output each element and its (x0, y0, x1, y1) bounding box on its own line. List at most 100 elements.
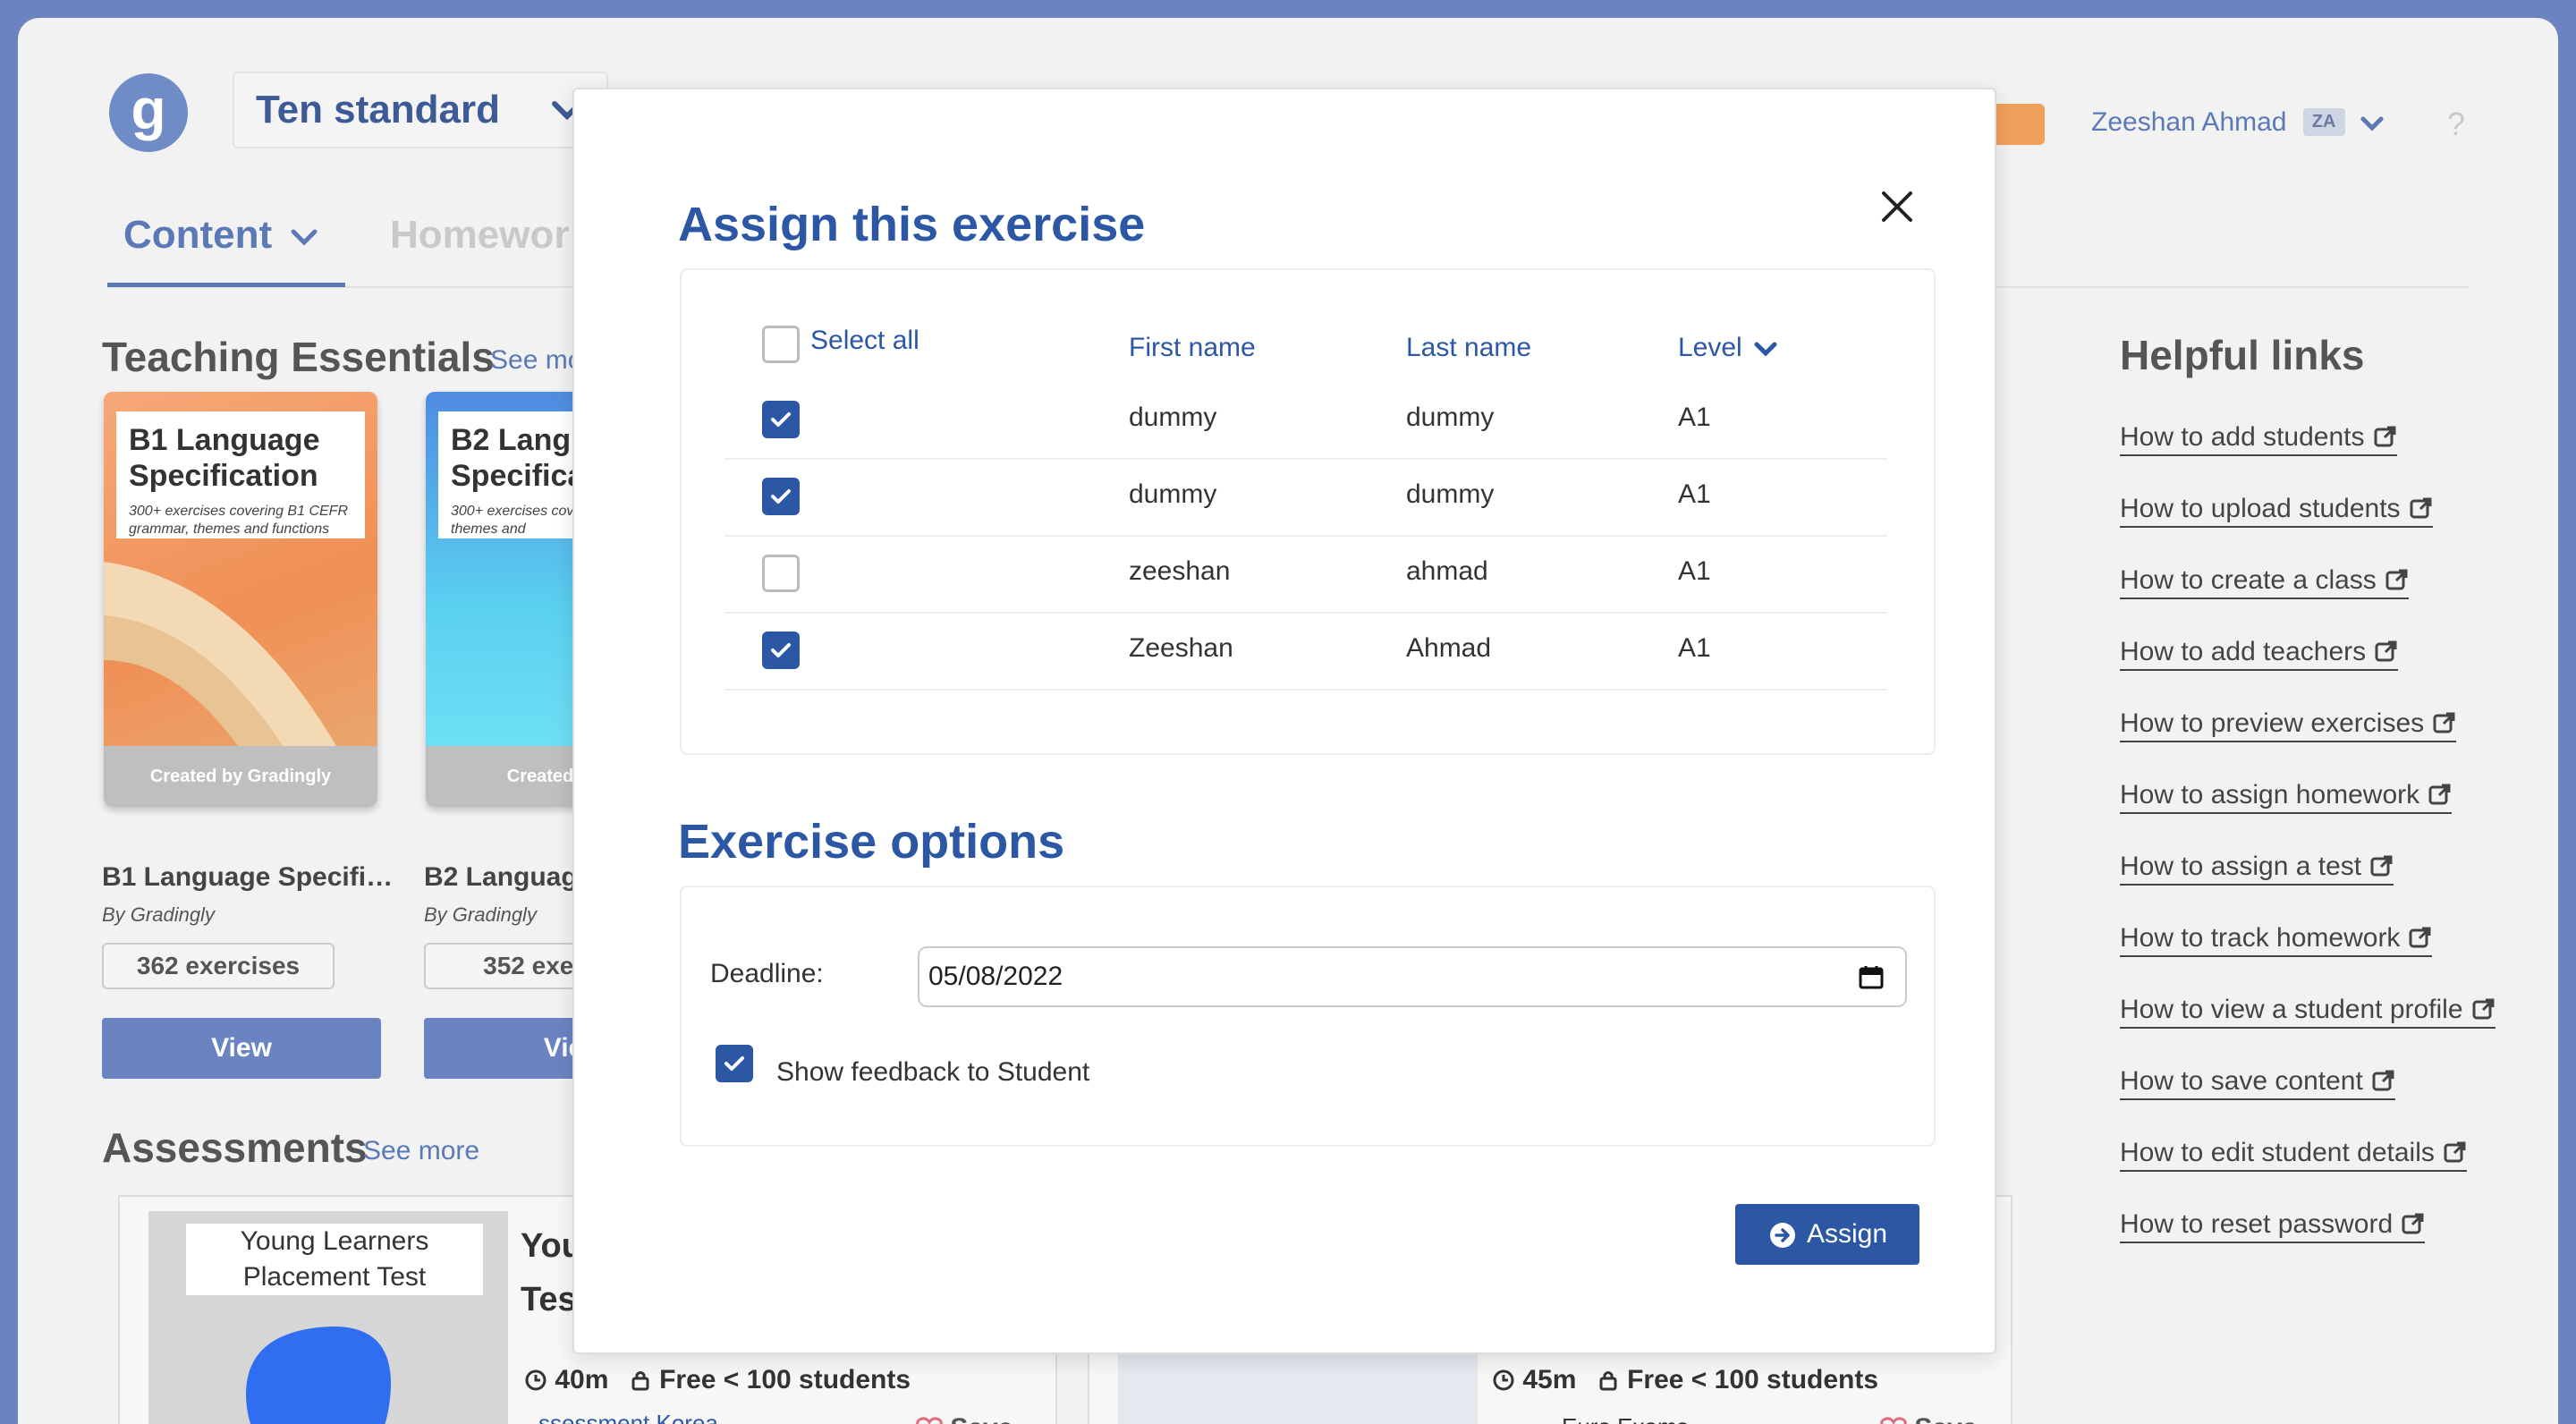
user-initials-badge: ZA (2302, 108, 2345, 136)
class-select[interactable]: Ten standard (233, 72, 608, 148)
course-card[interactable]: B1 Language Specification 300+ exercises… (104, 392, 377, 807)
heart-icon (916, 1417, 943, 1424)
calendar-icon[interactable] (1859, 964, 1884, 989)
student-row-checkbox[interactable] (762, 478, 800, 515)
assign-button[interactable]: Assign (1735, 1204, 1919, 1265)
helpful-link[interactable]: How to assign homework (2120, 780, 2453, 814)
external-link-icon (2409, 927, 2431, 948)
helpful-link[interactable]: How to create a class (2120, 565, 2409, 599)
show-feedback-checkbox[interactable] (716, 1045, 753, 1082)
lock-icon (1599, 1371, 1617, 1391)
chevron-down-icon (1754, 342, 1777, 357)
tab-active-indicator (107, 283, 345, 287)
helpful-link-label: How to upload students (2120, 494, 2401, 523)
helpful-link-label: How to save content (2120, 1066, 2363, 1096)
class-select-value: Ten standard (256, 88, 501, 131)
helpful-link[interactable]: How to track homework (2120, 923, 2433, 957)
deadline-value: 05/08/2022 (928, 962, 1063, 991)
helpful-link-label: How to add teachers (2120, 637, 2367, 666)
teaching-see-more-link[interactable]: See mo (490, 345, 582, 376)
helpful-link[interactable]: How to save content (2120, 1066, 2395, 1100)
external-link-icon (2433, 712, 2455, 733)
gradingly-logo[interactable]: g (109, 73, 188, 152)
course-author: By Gradingly (102, 903, 215, 926)
student-row-checkbox[interactable] (762, 401, 800, 438)
assessment-price: Free < 100 students (1627, 1365, 1879, 1394)
helpful-link[interactable]: How to view a student profile (2120, 995, 2496, 1029)
assessment-time: 40m (555, 1365, 609, 1394)
assessment-meta: 45m Free < 100 students (1492, 1365, 1878, 1395)
helpful-link[interactable]: How to edit student details (2120, 1138, 2467, 1172)
tab-content[interactable]: Content (123, 213, 320, 258)
assign-exercise-modal: Assign this exercise Select all First na… (572, 88, 1996, 1354)
view-button[interactable]: View (102, 1018, 381, 1079)
lock-icon (631, 1371, 649, 1391)
help-icon[interactable]: ? (2447, 106, 2465, 143)
assessment-time: 45m (1522, 1365, 1577, 1394)
exercise-count: 362 exercises (102, 943, 335, 989)
helpful-link[interactable]: How to add teachers (2120, 637, 2399, 671)
column-first-name[interactable]: First name (1129, 333, 1256, 363)
tab-homework[interactable]: Homewor (390, 213, 569, 258)
cell-level: A1 (1678, 479, 1711, 509)
user-menu[interactable]: Zeeshan Ahmad ZA (2091, 107, 2385, 138)
close-icon[interactable] (1875, 184, 1919, 229)
helpful-link[interactable]: How to assign a test (2120, 852, 2394, 886)
helpful-links-title: Helpful links (2120, 332, 2365, 378)
column-level[interactable]: Level (1678, 333, 1778, 363)
assessment-label: Young Learners Placement Test (186, 1224, 483, 1295)
assessment-title-line2: Tes (521, 1281, 577, 1318)
cell-last: ahmad (1406, 556, 1488, 586)
assessment-brand: Euro Exams (1562, 1413, 1689, 1424)
cell-level: A1 (1678, 403, 1711, 432)
deadline-date-input[interactable]: 05/08/2022 (918, 946, 1907, 1007)
exercise-options-title: Exercise options (678, 815, 1065, 869)
external-link-icon (2472, 998, 2495, 1020)
helpful-link[interactable]: How to preview exercises (2120, 708, 2457, 742)
student-row-checkbox[interactable] (762, 631, 800, 669)
select-all-label[interactable]: Select all (810, 326, 919, 356)
helpful-link[interactable]: How to upload students (2120, 494, 2433, 528)
deadline-label: Deadline: (710, 959, 824, 988)
student-row-checkbox[interactable] (762, 555, 800, 592)
exercise-options-panel: Deadline: 05/08/2022 Show feedback to St… (680, 886, 1936, 1147)
assessment-price: Free < 100 students (659, 1365, 911, 1394)
external-link-icon (2410, 497, 2432, 519)
modal-title: Assign this exercise (678, 198, 1146, 251)
course-name: B2 Language (424, 862, 593, 892)
cell-last: dummy (1406, 479, 1495, 509)
save-button[interactable]: Save (1880, 1413, 1977, 1424)
cover-footer: Created by Gradingly (104, 746, 377, 807)
course-name: B1 Language Specifi… (102, 862, 394, 892)
course-author: By Gradingly (424, 903, 537, 926)
helpful-link-label: How to assign a test (2120, 852, 2362, 881)
cover-title: B1 Language Specification (129, 423, 320, 493)
save-button[interactable]: Save (916, 1413, 1013, 1424)
helpful-link[interactable]: How to add students (2120, 422, 2397, 456)
row-divider (724, 612, 1887, 614)
cover-label: B1 Language Specification 300+ exercises… (116, 411, 365, 538)
external-link-icon (2428, 784, 2451, 805)
helpful-link-label: How to assign homework (2120, 780, 2420, 809)
assessments-see-more-link[interactable]: See more (363, 1136, 479, 1166)
helpful-link-label: How to edit student details (2120, 1138, 2435, 1167)
helpful-link-label: How to reset password (2120, 1209, 2394, 1239)
assessment-illustration (246, 1327, 391, 1424)
tab-content-label: Content (123, 213, 273, 257)
clock-icon (525, 1369, 547, 1391)
helpful-link-label: How to preview exercises (2120, 708, 2425, 738)
column-last-name[interactable]: Last name (1406, 333, 1531, 363)
external-link-icon (2444, 1141, 2466, 1163)
row-divider (724, 535, 1887, 537)
app-frame: g Ten standard Zeeshan Ahmad ZA ? Conten… (18, 18, 2558, 1424)
cover-illustration (104, 562, 336, 746)
show-feedback-label[interactable]: Show feedback to Student (776, 1057, 1089, 1088)
cell-level: A1 (1678, 633, 1711, 663)
external-link-icon (2374, 426, 2396, 447)
external-link-icon (2402, 1213, 2424, 1234)
external-link-icon (2375, 640, 2397, 662)
helpful-link[interactable]: How to reset password (2120, 1209, 2426, 1243)
assign-button-label: Assign (1807, 1219, 1888, 1249)
cell-first: dummy (1129, 479, 1217, 509)
select-all-checkbox[interactable] (762, 326, 800, 363)
